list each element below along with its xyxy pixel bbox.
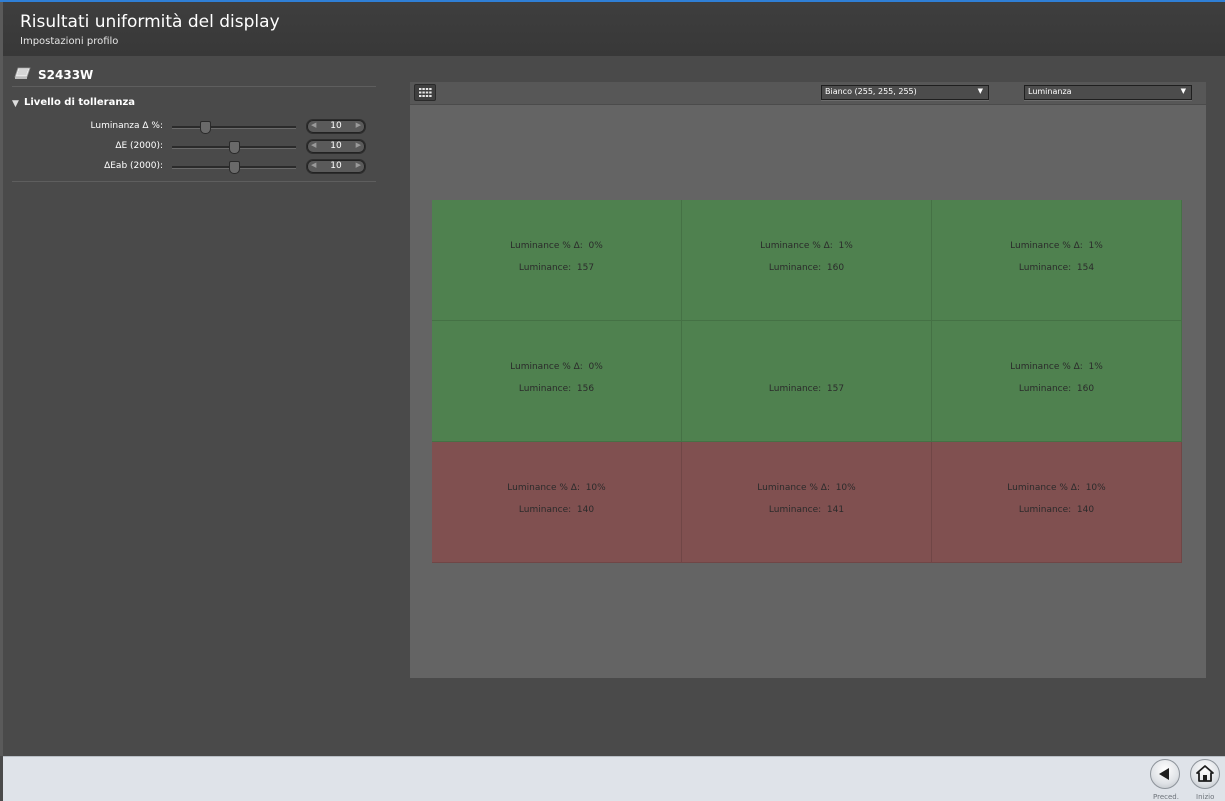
page-subtitle: Impostazioni profilo bbox=[20, 36, 119, 47]
grid-cell: Luminance % Δ: 10% Luminance: 140 bbox=[432, 442, 682, 563]
slider-thumb[interactable] bbox=[229, 161, 240, 174]
grid-layout-button[interactable] bbox=[414, 84, 436, 101]
stepper-increment-icon[interactable]: ▶ bbox=[356, 161, 361, 169]
tolerance-label: ΔEab (2000): bbox=[104, 161, 163, 171]
color-select-value: Bianco (255, 255, 255) bbox=[825, 87, 917, 96]
collapse-triangle-icon[interactable]: ▼ bbox=[12, 99, 19, 109]
tolerance-row-delta-e: ΔE (2000): ◀ 10 ▶ bbox=[12, 137, 376, 157]
cell-delta: Luminance % Δ: 1% bbox=[1010, 362, 1103, 372]
stepper-value[interactable]: 10 bbox=[321, 161, 351, 171]
sidebar: S2433W ▼ Livello di tolleranza Luminanza… bbox=[12, 62, 376, 182]
cell-luminance: Luminance: 156 bbox=[518, 384, 595, 394]
grid-cell: Luminance % Δ: 1% Luminance: 160 bbox=[932, 321, 1182, 442]
back-arrow-icon bbox=[1159, 768, 1169, 780]
metric-select-value: Luminanza bbox=[1028, 87, 1072, 96]
stepper-decrement-icon[interactable]: ◀ bbox=[311, 141, 316, 149]
cell-delta: Luminance % Δ: 1% bbox=[1010, 241, 1103, 251]
cell-delta: Luminance % Δ: 10% bbox=[1007, 483, 1106, 493]
sidebar-divider bbox=[12, 181, 376, 182]
cell-delta: Luminance % Δ: 10% bbox=[507, 483, 606, 493]
delta-e-tolerance-slider[interactable] bbox=[172, 141, 296, 154]
home-icon bbox=[1196, 765, 1214, 782]
window-left-edge bbox=[0, 2, 3, 756]
tolerance-row-delta-eab: ΔEab (2000): ◀ 10 ▶ bbox=[12, 157, 376, 177]
slider-thumb[interactable] bbox=[200, 121, 212, 134]
grid-icon bbox=[419, 88, 432, 97]
tolerance-label: ΔE (2000): bbox=[115, 141, 163, 151]
metric-select-dropdown[interactable]: Luminanza ▼ bbox=[1024, 85, 1192, 100]
cell-luminance: Luminance: 140 bbox=[1018, 505, 1095, 515]
results-toolbar: Bianco (255, 255, 255) ▼ Luminanza ▼ bbox=[410, 82, 1206, 105]
grid-cell: Luminance % Δ: 1% Luminance: 160 bbox=[682, 200, 932, 321]
cell-luminance: Luminance: 157 bbox=[768, 384, 845, 394]
stepper-increment-icon[interactable]: ▶ bbox=[356, 141, 361, 149]
home-button[interactable] bbox=[1190, 759, 1220, 789]
device-name: S2433W bbox=[38, 68, 94, 82]
cell-luminance: Luminance: 154 bbox=[1018, 263, 1095, 273]
tolerance-section-header[interactable]: ▼ Livello di tolleranza bbox=[12, 95, 376, 117]
delta-eab-tolerance-stepper[interactable]: ◀ 10 ▶ bbox=[306, 159, 366, 174]
cell-luminance: Luminance: 160 bbox=[768, 263, 845, 273]
stepper-value[interactable]: 10 bbox=[321, 141, 351, 151]
grid-cell: Luminance % Δ: 0% Luminance: 157 bbox=[432, 200, 682, 321]
grid-cell: Luminance % Δ: 0% Luminance: 156 bbox=[432, 321, 682, 442]
luminance-tolerance-stepper[interactable]: ◀ 10 ▶ bbox=[306, 119, 366, 134]
uniformity-results-panel: Bianco (255, 255, 255) ▼ Luminanza ▼ Lum… bbox=[410, 82, 1206, 678]
tolerance-label: Luminanza Δ %: bbox=[90, 121, 163, 131]
cell-luminance: Luminance: 141 bbox=[768, 505, 845, 515]
page-title: Risultati uniformità del display bbox=[20, 12, 280, 32]
previous-button[interactable] bbox=[1150, 759, 1180, 789]
cell-delta: Luminance % Δ: 0% bbox=[510, 362, 603, 372]
uniformity-grid: Luminance % Δ: 0% Luminance: 157 Luminanc… bbox=[432, 200, 1182, 563]
dropdown-arrow-icon: ▼ bbox=[977, 87, 983, 95]
cell-delta: Luminance % Δ: 0% bbox=[510, 241, 603, 251]
tolerance-section-title: Livello di tolleranza bbox=[24, 97, 136, 108]
device-row: S2433W bbox=[12, 62, 376, 87]
grid-cell: Luminance % Δ: 10% Luminance: 140 bbox=[932, 442, 1182, 563]
stepper-value[interactable]: 10 bbox=[321, 121, 351, 131]
luminance-tolerance-slider[interactable] bbox=[172, 121, 296, 134]
delta-e-tolerance-stepper[interactable]: ◀ 10 ▶ bbox=[306, 139, 366, 154]
slider-thumb[interactable] bbox=[229, 141, 240, 154]
stepper-decrement-icon[interactable]: ◀ bbox=[311, 121, 316, 129]
grid-cell: Luminance % Δ: 1% Luminance: 154 bbox=[932, 200, 1182, 321]
stepper-increment-icon[interactable]: ▶ bbox=[356, 121, 361, 129]
delta-eab-tolerance-slider[interactable] bbox=[172, 161, 296, 174]
dropdown-arrow-icon: ▼ bbox=[1180, 87, 1186, 95]
page-header: Risultati uniformità del display Imposta… bbox=[3, 2, 1225, 56]
cell-delta: Luminance % Δ: 1% bbox=[760, 241, 853, 251]
cell-delta: Luminance % Δ: 10% bbox=[757, 483, 856, 493]
stepper-decrement-icon[interactable]: ◀ bbox=[311, 161, 316, 169]
cell-luminance: Luminance: 140 bbox=[518, 505, 595, 515]
display-device-icon bbox=[14, 67, 31, 79]
footer-bar: Preced. Inizio bbox=[3, 756, 1225, 801]
tolerance-row-luminance: Luminanza Δ %: ◀ 10 ▶ bbox=[12, 117, 376, 137]
cell-luminance: Luminance: 157 bbox=[518, 263, 595, 273]
grid-cell: Luminance % Δ: 10% Luminance: 141 bbox=[682, 442, 932, 563]
color-select-dropdown[interactable]: Bianco (255, 255, 255) ▼ bbox=[821, 85, 989, 100]
cell-luminance: Luminance: 160 bbox=[1018, 384, 1095, 394]
grid-cell: Luminance: 157 bbox=[682, 321, 932, 442]
